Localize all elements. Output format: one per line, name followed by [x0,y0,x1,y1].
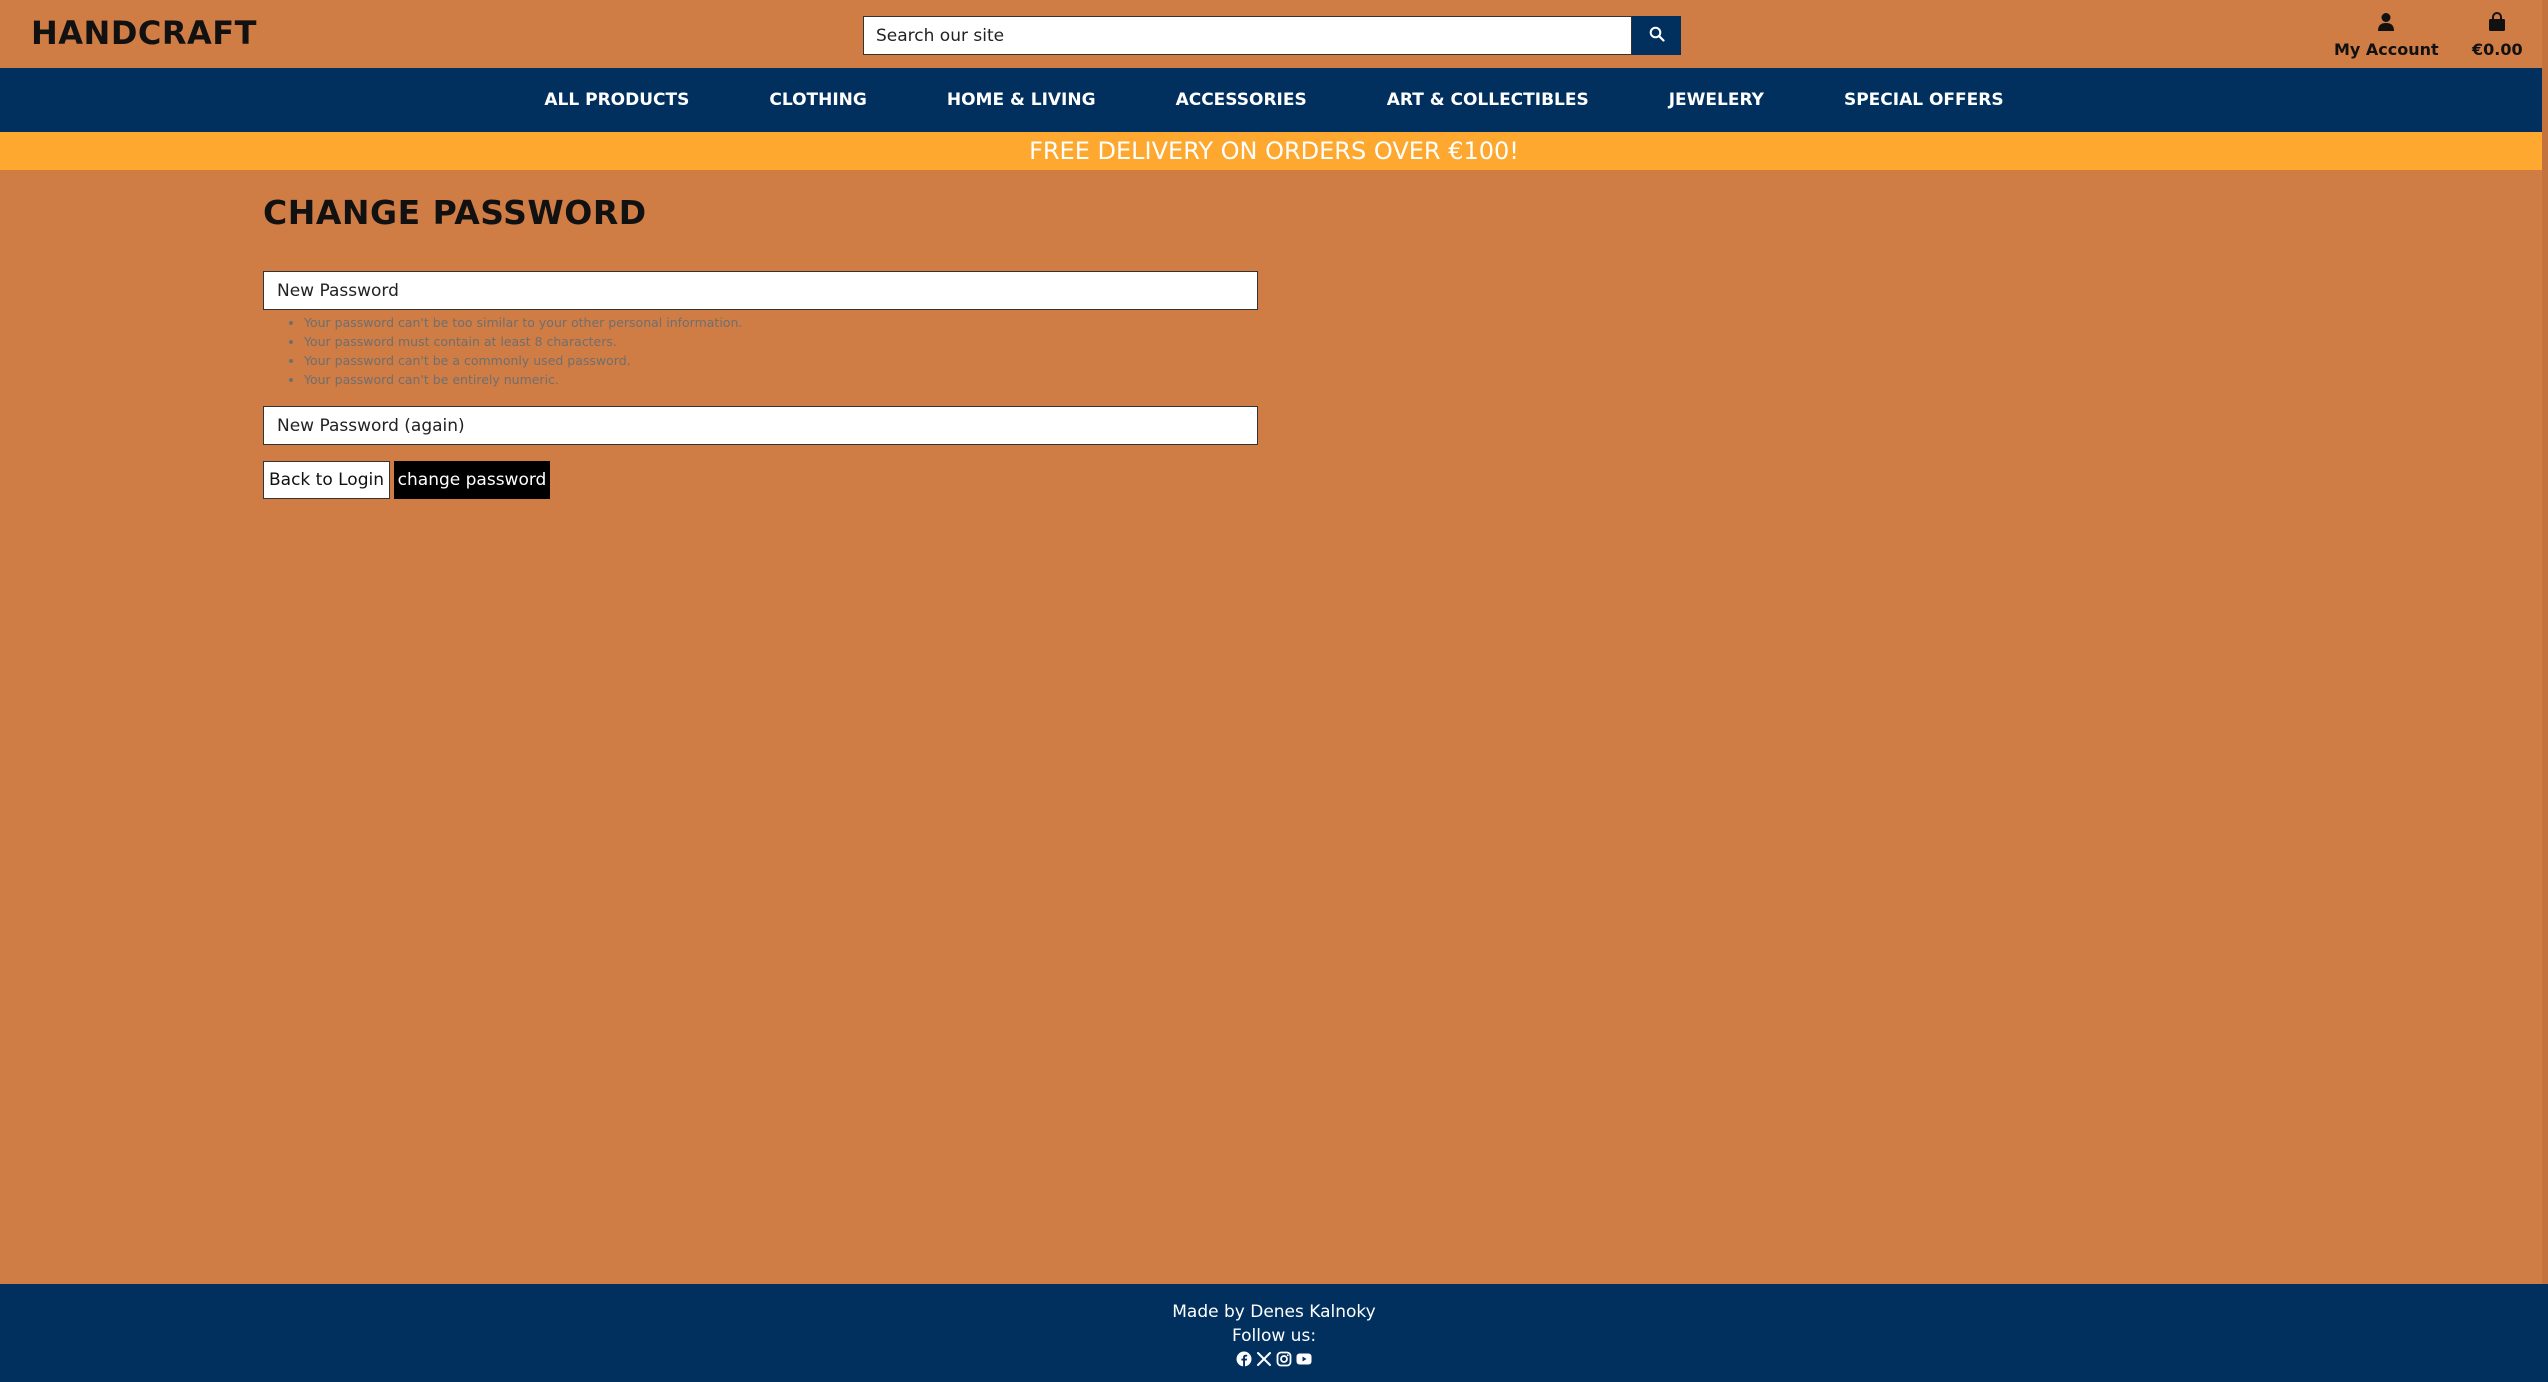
site-footer: Made by Denes Kalnoky Follow us: [0,1284,2548,1382]
change-password-button[interactable]: change password [394,461,550,499]
site-header: HANDCRAFT My Account [0,0,2548,68]
main-navigation: ALL PRODUCTS CLOTHING HOME & LIVING ACCE… [0,68,2548,132]
nav-all-products[interactable]: ALL PRODUCTS [544,90,689,110]
search-button[interactable] [1632,16,1681,55]
user-icon [2377,12,2395,40]
footer-credit: Made by Denes Kalnoky [1172,1302,1376,1322]
cart-link[interactable]: €0.00 [2472,12,2523,59]
instagram-icon[interactable] [1276,1351,1292,1367]
shopping-bag-icon [2488,12,2506,40]
facebook-icon[interactable] [1236,1351,1252,1367]
nav-jewelery[interactable]: JEWELERY [1669,90,1764,110]
password-help-item: Your password can't be a commonly used p… [304,351,742,370]
cart-total: €0.00 [2472,40,2523,59]
nav-art-collectibles[interactable]: ART & COLLECTIBLES [1387,90,1589,110]
delivery-banner: FREE DELIVERY ON ORDERS OVER €100! [0,132,2548,170]
site-logo[interactable]: HANDCRAFT [31,14,257,52]
search-form [863,16,1681,55]
footer-follow-label: Follow us: [1231,1326,1317,1346]
youtube-icon[interactable] [1296,1351,1312,1367]
search-icon [1649,26,1665,46]
my-account-label: My Account [2334,40,2439,59]
back-to-login-button[interactable]: Back to Login [263,461,390,499]
my-account-link[interactable]: My Account [2334,12,2439,59]
confirm-password-field[interactable] [263,406,1258,445]
search-input[interactable] [863,16,1632,55]
x-icon[interactable] [1256,1351,1272,1367]
new-password-field[interactable] [263,271,1258,310]
nav-home-living[interactable]: HOME & LIVING [947,90,1096,110]
password-help-item: Your password can't be entirely numeric. [304,370,742,389]
password-help-list: Your password can't be too similar to yo… [304,313,742,389]
page-scrollbar[interactable] [2542,0,2548,1284]
password-help-item: Your password must contain at least 8 ch… [304,332,742,351]
nav-accessories[interactable]: ACCESSORIES [1176,90,1307,110]
nav-clothing[interactable]: CLOTHING [769,90,866,110]
password-help-item: Your password can't be too similar to yo… [304,313,742,332]
page-title: CHANGE PASSWORD [263,193,647,232]
social-links [0,1351,2548,1367]
nav-special-offers[interactable]: SPECIAL OFFERS [1844,90,2004,110]
